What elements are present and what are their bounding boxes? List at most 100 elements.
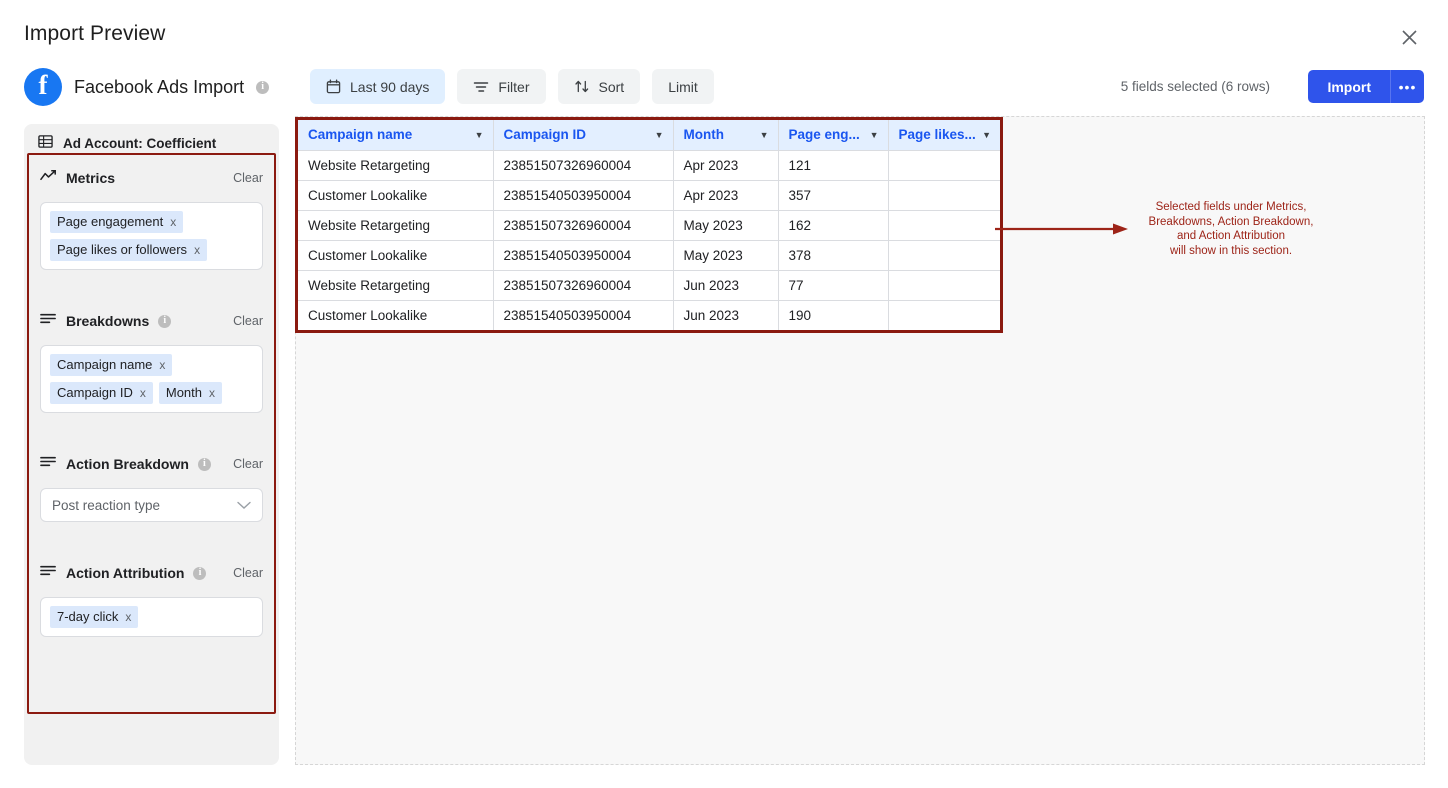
chevron-down-icon[interactable]: ▼: [982, 130, 991, 140]
section-breakdowns-title: Breakdowns: [66, 313, 149, 329]
table-cell[interactable]: Website Retargeting: [298, 210, 493, 240]
table-cell[interactable]: 77: [778, 270, 888, 300]
table-cell[interactable]: 357: [778, 180, 888, 210]
table-column-header-label: Campaign name: [308, 127, 412, 142]
section-action-attribution-title: Action Attribution: [66, 565, 184, 581]
chip-remove-icon[interactable]: x: [209, 386, 215, 400]
chevron-down-icon[interactable]: ▼: [760, 130, 769, 140]
field-sections: Metrics Clear Page engagement x Page lik…: [24, 153, 279, 643]
spacer: [40, 419, 263, 449]
section-metrics-header: Metrics Clear: [40, 163, 263, 193]
close-icon[interactable]: [1396, 24, 1422, 50]
table-cell[interactable]: [888, 240, 1000, 270]
facebook-logo-icon: f: [24, 68, 62, 106]
limit-button[interactable]: Limit: [652, 69, 714, 104]
section-action-breakdown-title: Action Breakdown: [66, 456, 189, 472]
section-action-breakdown-clear[interactable]: Clear: [233, 457, 263, 471]
metrics-chip-container[interactable]: Page engagement x Page likes or follower…: [40, 202, 263, 270]
preview-table: Campaign name▼Campaign ID▼Month▼Page eng…: [298, 120, 1000, 330]
chip-remove-icon[interactable]: x: [194, 243, 200, 257]
info-icon[interactable]: i: [198, 458, 211, 471]
filter-icon: [473, 80, 489, 94]
spacer: [40, 276, 263, 306]
section-metrics-title: Metrics: [66, 170, 115, 186]
chevron-down-icon[interactable]: ▼: [870, 130, 879, 140]
table-cell[interactable]: May 2023: [673, 240, 778, 270]
table-cell[interactable]: May 2023: [673, 210, 778, 240]
source-header: f Facebook Ads Import i: [24, 68, 269, 106]
info-icon[interactable]: i: [193, 567, 206, 580]
chip-remove-icon[interactable]: x: [170, 215, 176, 229]
chip[interactable]: Campaign name x: [50, 354, 172, 376]
table-cell[interactable]: [888, 150, 1000, 180]
action-breakdown-select[interactable]: Post reaction type: [40, 488, 263, 522]
chip[interactable]: Campaign ID x: [50, 382, 153, 404]
table-cell[interactable]: Customer Lookalike: [298, 240, 493, 270]
table-cell[interactable]: 162: [778, 210, 888, 240]
section-action-breakdown: Action Breakdown i Clear Post reaction t…: [40, 449, 263, 522]
chip[interactable]: Month x: [159, 382, 222, 404]
table-cell[interactable]: 23851507326960004: [493, 270, 673, 300]
table-cell[interactable]: Apr 2023: [673, 150, 778, 180]
table-cell[interactable]: 121: [778, 150, 888, 180]
table-cell[interactable]: Jun 2023: [673, 270, 778, 300]
chip[interactable]: Page engagement x: [50, 211, 183, 233]
table-column-header[interactable]: Campaign ID▼: [493, 120, 673, 150]
table-cell[interactable]: Website Retargeting: [298, 270, 493, 300]
table-column-header[interactable]: Page likes... ▼: [888, 120, 1000, 150]
table-cell[interactable]: Customer Lookalike: [298, 180, 493, 210]
date-range-button[interactable]: Last 90 days: [310, 69, 445, 104]
table-cell[interactable]: Jun 2023: [673, 300, 778, 330]
chip-remove-icon[interactable]: x: [140, 386, 146, 400]
chevron-down-icon[interactable]: ▼: [655, 130, 664, 140]
table-header-row: Campaign name▼Campaign ID▼Month▼Page eng…: [298, 120, 1000, 150]
annotation-text: Selected fields under Metrics, Breakdown…: [1140, 200, 1322, 258]
section-action-attribution-clear[interactable]: Clear: [233, 566, 263, 580]
table-cell[interactable]: Website Retargeting: [298, 150, 493, 180]
filter-lines-icon: [40, 564, 57, 582]
chevron-down-icon[interactable]: ▼: [475, 130, 484, 140]
table-cell[interactable]: Apr 2023: [673, 180, 778, 210]
table-cell[interactable]: 23851540503950004: [493, 300, 673, 330]
breakdowns-chip-container[interactable]: Campaign name x Campaign ID x Month x: [40, 345, 263, 413]
table-column-header[interactable]: Month ▼: [673, 120, 778, 150]
table-cell[interactable]: [888, 300, 1000, 330]
table-column-header-label: Month: [684, 127, 724, 142]
table-cell[interactable]: 190: [778, 300, 888, 330]
spacer: [40, 528, 263, 558]
chip[interactable]: Page likes or followers x: [50, 239, 207, 261]
table-cell[interactable]: Customer Lookalike: [298, 300, 493, 330]
table-cell[interactable]: 23851540503950004: [493, 180, 673, 210]
table-cell[interactable]: 378: [778, 240, 888, 270]
section-breakdowns-clear[interactable]: Clear: [233, 314, 263, 328]
chip-remove-icon[interactable]: x: [125, 610, 131, 624]
table-row: Website Retargeting23851507326960004Jun …: [298, 270, 1000, 300]
table-header: Campaign name▼Campaign ID▼Month▼Page eng…: [298, 120, 1000, 150]
table-column-header-label: Page likes...: [899, 127, 976, 142]
table-cell[interactable]: [888, 270, 1000, 300]
table-cell[interactable]: [888, 210, 1000, 240]
chip-remove-icon[interactable]: x: [159, 358, 165, 372]
info-icon[interactable]: i: [256, 81, 269, 94]
info-icon[interactable]: i: [158, 315, 171, 328]
section-breakdowns: Breakdowns i Clear Campaign name x Campa…: [40, 306, 263, 413]
import-button[interactable]: Import: [1308, 70, 1390, 103]
sort-button[interactable]: Sort: [558, 69, 641, 104]
toolbar: Last 90 days Filter Sort Limit: [310, 69, 714, 104]
table-column-header[interactable]: Page eng...▼: [778, 120, 888, 150]
sort-arrows-icon: [574, 79, 590, 94]
table-cell[interactable]: [888, 180, 1000, 210]
more-options-icon[interactable]: •••: [1390, 70, 1424, 103]
table-cell[interactable]: 23851540503950004: [493, 240, 673, 270]
table-cell[interactable]: 23851507326960004: [493, 150, 673, 180]
import-preview-modal: Import Preview f Facebook Ads Import i L…: [0, 0, 1448, 788]
table-column-header[interactable]: Campaign name ▼: [298, 120, 493, 150]
filter-button[interactable]: Filter: [457, 69, 545, 104]
action-breakdown-value: Post reaction type: [52, 498, 160, 513]
chip[interactable]: 7-day click x: [50, 606, 138, 628]
section-metrics-clear[interactable]: Clear: [233, 171, 263, 185]
action-attribution-chip-container[interactable]: 7-day click x: [40, 597, 263, 637]
table-cell[interactable]: 23851507326960004: [493, 210, 673, 240]
table-row: Website Retargeting23851507326960004Apr …: [298, 150, 1000, 180]
calendar-icon: [326, 79, 341, 94]
